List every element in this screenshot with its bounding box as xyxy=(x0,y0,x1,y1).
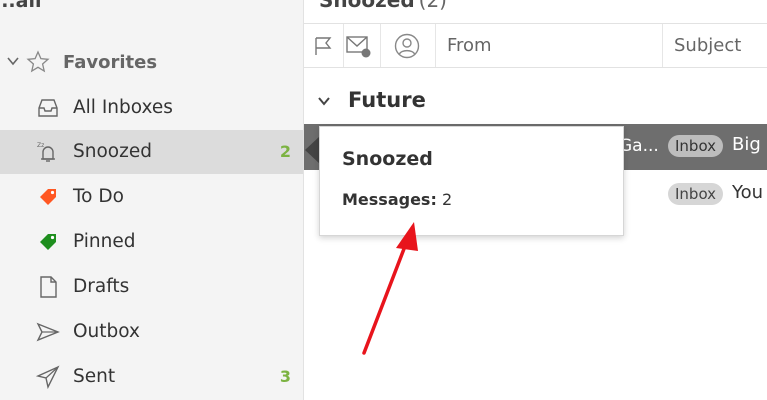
sidebar-item-label: Outbox xyxy=(73,321,140,342)
chevron-down-icon[interactable] xyxy=(317,94,331,108)
sidebar-item-label: To Do xyxy=(73,186,124,207)
page-title: Snoozed (2) xyxy=(319,0,447,12)
person-circle-icon xyxy=(394,33,420,59)
unread-count: 2 xyxy=(279,142,291,161)
document-icon xyxy=(40,276,57,298)
unread-count: 3 xyxy=(279,367,291,386)
tag-orange-icon xyxy=(40,189,56,205)
chevron-down-icon[interactable] xyxy=(6,54,20,68)
flag-icon xyxy=(315,37,332,55)
tooltip-messages-label: Messages: xyxy=(342,190,437,209)
message-subject: Big xyxy=(732,134,761,155)
send-outline-icon xyxy=(36,322,60,342)
read-status-column-header[interactable] xyxy=(343,24,381,67)
send-icon xyxy=(36,365,60,389)
flag-column-header[interactable] xyxy=(304,24,344,67)
folder-badge: Inbox xyxy=(668,135,724,157)
inbox-tray-icon xyxy=(38,99,58,117)
from-column-header[interactable]: From xyxy=(435,24,663,67)
folder-count: (2) xyxy=(418,0,447,12)
sidebar-item-drafts[interactable]: Drafts xyxy=(0,265,303,309)
message-from: Ga... xyxy=(619,136,659,156)
sidebar-item-to-do[interactable]: To Do xyxy=(0,175,303,219)
tooltip-messages-value: 2 xyxy=(442,190,453,209)
tag-green-icon xyxy=(40,234,56,250)
favorites-header[interactable]: Favorites xyxy=(0,47,303,79)
sidebar-item-sent[interactable]: Sent 3 xyxy=(0,355,303,399)
sidebar-item-outbox[interactable]: Outbox xyxy=(0,310,303,354)
snooze-bell-icon: Zz xyxy=(37,142,55,162)
tooltip-pointer xyxy=(305,136,320,164)
sidebar-item-all-inboxes[interactable]: All Inboxes xyxy=(0,86,303,130)
sidebar-item-label: Drafts xyxy=(73,276,130,297)
column-header: From Subject xyxy=(304,23,767,68)
favorites-label: Favorites xyxy=(63,52,158,73)
group-label: Future xyxy=(348,88,426,112)
star-icon xyxy=(26,50,50,73)
svg-text:Zz: Zz xyxy=(37,142,44,149)
from-column-label: From xyxy=(447,35,492,56)
folder-badge: Inbox xyxy=(668,183,724,205)
sidebar-item-label: Sent xyxy=(73,366,116,387)
subject-column-header[interactable]: Subject xyxy=(662,24,767,67)
envelope-unread-icon xyxy=(346,36,371,58)
sidebar-item-label: All Inboxes xyxy=(73,97,173,118)
group-header-future[interactable]: Future xyxy=(304,86,767,120)
subject-column-label: Subject xyxy=(674,35,742,56)
sidebar-item-label: Pinned xyxy=(73,231,136,252)
folder-tooltip: Snoozed Messages: 2 xyxy=(319,126,624,236)
message-subject: You xyxy=(732,182,764,203)
sidebar: ...ail Favorites All Inboxes Zz Snoozed … xyxy=(0,0,304,400)
contact-column-header[interactable] xyxy=(380,24,436,67)
folder-title: Snoozed xyxy=(319,0,415,12)
sidebar-item-pinned[interactable]: Pinned xyxy=(0,220,303,264)
sidebar-item-label: Snoozed xyxy=(73,141,152,162)
app-title: ...ail xyxy=(0,0,42,12)
tooltip-title: Snoozed xyxy=(342,148,433,170)
sidebar-item-snoozed[interactable]: Zz Snoozed 2 xyxy=(0,130,303,174)
